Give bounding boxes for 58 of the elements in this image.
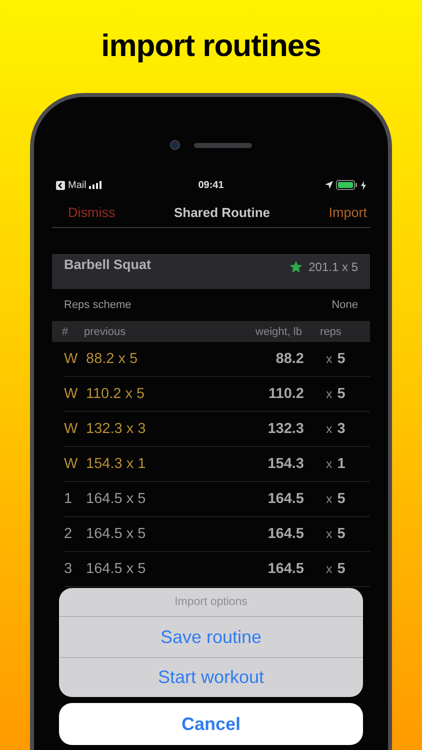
headline: import routines — [101, 28, 321, 64]
speaker-grille — [194, 142, 252, 148]
weight-value[interactable]: 132.3 — [236, 421, 304, 437]
times-sign: x — [326, 352, 332, 366]
set-number: 2 — [64, 526, 74, 542]
weight-value[interactable]: 154.3 — [236, 456, 304, 472]
previous-value: 110.2 x 5 — [86, 386, 146, 402]
weight-value[interactable]: 110.2 — [236, 386, 304, 402]
previous-value: 164.5 x 5 — [86, 561, 147, 577]
times-sign: x — [326, 492, 332, 506]
reps-value[interactable]: 3 — [337, 421, 346, 437]
reps-scheme-value[interactable]: None — [332, 299, 358, 311]
reps-value[interactable]: 1 — [337, 456, 346, 472]
set-number: W — [64, 456, 79, 472]
weight-value[interactable]: 164.5 — [236, 561, 304, 577]
previous-value: 132.3 x 3 — [86, 421, 147, 437]
reps-value[interactable]: 5 — [337, 491, 346, 507]
exercise-name: Barbell Squat — [64, 257, 152, 272]
screen-title: Shared Routine — [174, 204, 270, 220]
column-header: # — [62, 326, 70, 338]
back-icon — [56, 180, 65, 190]
times-sign: x — [326, 457, 332, 471]
reps-scheme-label: Reps scheme — [64, 299, 132, 311]
set-number: W — [64, 386, 79, 402]
camera-icon — [170, 140, 180, 150]
charging-icon — [361, 180, 366, 190]
signal-icon — [89, 181, 102, 189]
column-header: reps — [320, 326, 342, 338]
reps-value[interactable]: 5 — [337, 561, 346, 577]
column-header: weight, lb — [254, 326, 302, 338]
star-icon — [288, 260, 303, 274]
back-app-label[interactable]: Mail — [68, 180, 86, 190]
set-number: W — [64, 351, 79, 367]
times-sign: x — [326, 562, 332, 576]
import-button[interactable]: Import — [328, 204, 367, 220]
column-header: previous — [84, 326, 127, 338]
reps-value[interactable]: 5 — [337, 386, 346, 402]
reps-value[interactable]: 5 — [337, 351, 346, 367]
battery-icon — [336, 180, 358, 190]
reps-value[interactable]: 5 — [337, 526, 346, 542]
times-sign: x — [326, 527, 332, 541]
previous-value: 164.5 x 5 — [86, 526, 147, 542]
sheet-title: Import options — [59, 588, 363, 617]
times-sign: x — [326, 387, 332, 401]
clock-time: 09:41 — [198, 180, 224, 190]
set-number: 1 — [64, 491, 74, 507]
times-sign: x — [326, 422, 332, 436]
weight-value[interactable]: 164.5 — [236, 491, 304, 507]
previous-value: 164.5 x 5 — [86, 491, 147, 507]
previous-value: 154.3 x 1 — [86, 456, 147, 472]
previous-value: 88.2 x 5 — [86, 351, 139, 367]
cancel-button[interactable]: Cancel — [59, 703, 363, 745]
weight-value[interactable]: 164.5 — [236, 526, 304, 542]
set-number: W — [64, 421, 79, 437]
location-icon — [325, 181, 334, 189]
record-value: 201.1 x 5 — [308, 260, 358, 274]
weight-value[interactable]: 88.2 — [236, 351, 304, 367]
set-number: 3 — [64, 561, 74, 577]
